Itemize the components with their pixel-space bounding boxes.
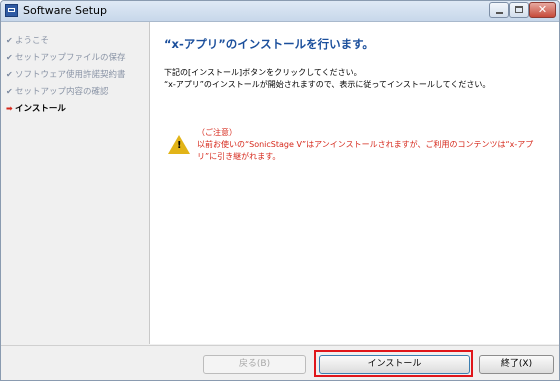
window-title: Software Setup [23, 4, 108, 17]
app-icon [5, 4, 18, 17]
button-bar: 戻る(B) インストール 終了(X) [1, 345, 559, 380]
step-label: セットアップ内容の確認 [15, 87, 109, 97]
install-button[interactable]: インストール [319, 355, 470, 374]
close-button[interactable]: ✕ [529, 2, 556, 18]
check-icon: ✔ [6, 36, 13, 45]
setup-window: Software Setup ✕ ✔ ようこそ ✔ セットアップファイルの保存 ✔ ソ… [0, 0, 560, 381]
close-icon: ✕ [537, 3, 548, 16]
warning-glyph: ! [177, 140, 182, 151]
instruction-line: 下記の[インストール]ボタンをクリックしてください。 [164, 68, 362, 77]
check-icon: ✔ [6, 70, 13, 79]
step-label: ようこそ [15, 36, 50, 46]
check-icon: ✔ [6, 87, 13, 96]
step-label: インストール [15, 104, 66, 114]
check-icon: ✔ [6, 53, 13, 62]
exit-button[interactable]: 終了(X) [479, 355, 554, 374]
content-panel: “x-アプリ”のインストールを行います。 下記の[インストール]ボタンをクリック… [150, 22, 559, 344]
notice-title: （ご注意） [197, 128, 237, 137]
instruction-line: “x-アプリ”のインストールが開始されますので、表示に従ってインストールしてくだ… [164, 80, 491, 89]
step-confirm: ✔ セットアップ内容の確認 [6, 85, 109, 99]
warning-icon: ! [168, 135, 190, 154]
minimize-button[interactable] [489, 2, 509, 18]
step-install: ➡ インストール [6, 102, 66, 116]
step-label: セットアップファイルの保存 [15, 53, 126, 63]
step-license: ✔ ソフトウェア使用許諾契約書 [6, 68, 126, 82]
page-title: “x-アプリ”のインストールを行います。 [164, 37, 374, 51]
step-save-files: ✔ セットアップファイルの保存 [6, 51, 126, 65]
back-button[interactable]: 戻る(B) [203, 355, 306, 374]
step-welcome: ✔ ようこそ [6, 34, 49, 48]
notice-body: 以前お使いの“SonicStage V”はアンインストールされますが、ご利用のコ… [197, 140, 534, 161]
steps-sidebar: ✔ ようこそ ✔ セットアップファイルの保存 ✔ ソフトウェア使用許諾契約書 ✔ セット… [1, 22, 150, 344]
title-bar[interactable]: Software Setup ✕ [1, 1, 559, 22]
maximize-button[interactable] [509, 2, 529, 18]
instructions: 下記の[インストール]ボタンをクリックしてください。 “x-アプリ”のインストー… [164, 67, 490, 91]
step-label: ソフトウェア使用許諾契約書 [15, 70, 126, 80]
arrow-right-icon: ➡ [6, 104, 13, 113]
